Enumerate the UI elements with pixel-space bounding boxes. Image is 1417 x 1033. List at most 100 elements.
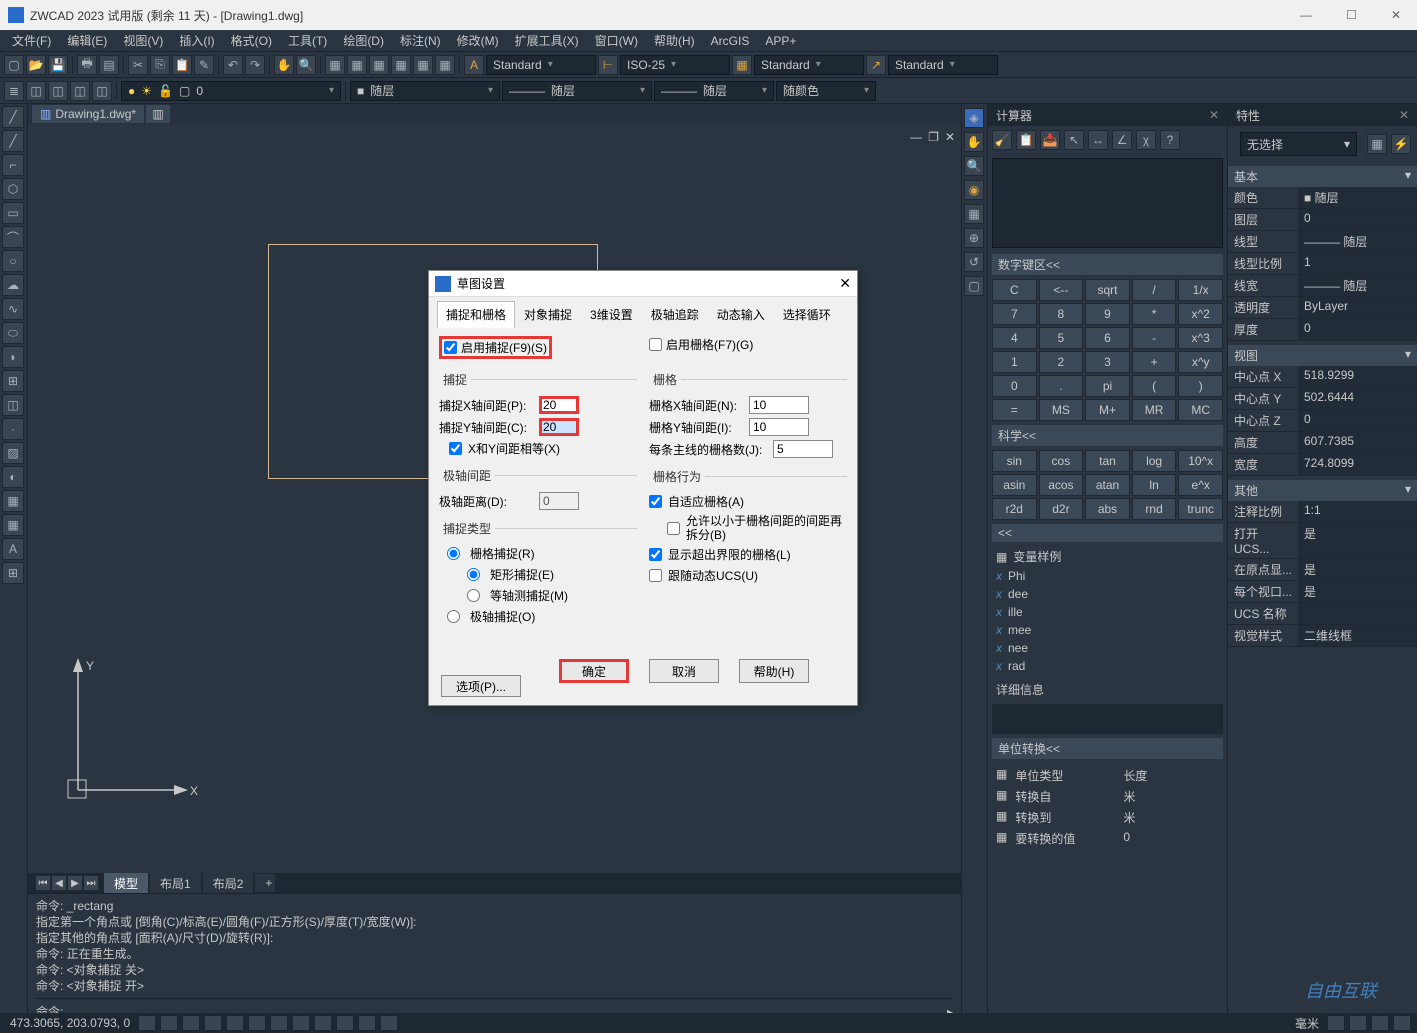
rectangle-icon[interactable]: ▭: [2, 202, 24, 224]
tab-nav-prev[interactable]: ◀: [52, 876, 66, 890]
follow-ucs-checkbox[interactable]: [649, 569, 662, 582]
status-cycle-icon[interactable]: [336, 1015, 354, 1031]
calc-button[interactable]: rnd: [1132, 498, 1177, 520]
plotcolor-combo[interactable]: 随颜色▾: [776, 81, 876, 101]
viewport-close-icon[interactable]: ✕: [945, 130, 955, 144]
tool-icon-1[interactable]: ▦: [325, 55, 345, 75]
nav-extents-icon[interactable]: ⊕: [964, 228, 984, 248]
text-style-combo[interactable]: Standard▾: [486, 55, 596, 75]
menu-item[interactable]: 扩展工具(X): [507, 30, 587, 51]
props-value[interactable]: [1298, 603, 1417, 625]
grid-x-input[interactable]: [749, 396, 809, 414]
props-value[interactable]: 是: [1298, 581, 1417, 603]
undo-icon[interactable]: ↶: [223, 55, 243, 75]
calc-button[interactable]: asin: [992, 474, 1037, 496]
props-section-header[interactable]: 其他▾: [1228, 480, 1417, 501]
props-value[interactable]: 607.7385: [1298, 432, 1417, 454]
calc-button[interactable]: d2r: [1039, 498, 1084, 520]
props-value[interactable]: ——— 随层: [1298, 275, 1417, 297]
tab-nav-last[interactable]: ⏭: [84, 876, 98, 890]
unit-row[interactable]: ▦要转换的值0: [992, 828, 1223, 849]
status-otrack-icon[interactable]: [248, 1015, 266, 1031]
print-icon[interactable]: 🖶: [77, 55, 97, 75]
calc-button[interactable]: 3: [1085, 351, 1130, 373]
layer-manager-icon[interactable]: ≣: [4, 81, 24, 101]
status-right-4[interactable]: [1393, 1015, 1411, 1031]
properties-selector[interactable]: 无选择▾: [1240, 132, 1357, 156]
status-ann-icon[interactable]: [358, 1015, 376, 1031]
ellipse-icon[interactable]: ⬭: [2, 322, 24, 344]
props-value[interactable]: 1: [1298, 253, 1417, 275]
props-value[interactable]: 0: [1298, 410, 1417, 432]
hatch-icon[interactable]: ▨: [2, 442, 24, 464]
open-icon[interactable]: 📂: [26, 55, 46, 75]
calc-button[interactable]: 1: [992, 351, 1037, 373]
new-icon[interactable]: ▢: [4, 55, 24, 75]
calc-angle-icon[interactable]: ∠: [1112, 130, 1132, 150]
menu-item[interactable]: 文件(F): [4, 30, 59, 51]
calc-button[interactable]: x^2: [1178, 303, 1223, 325]
layer-combo[interactable]: ●☀🔓▢ 0▾: [121, 81, 341, 101]
ok-button[interactable]: 确定: [559, 659, 629, 683]
nav-tool-icon[interactable]: ▦: [964, 204, 984, 224]
redo-icon[interactable]: ↷: [245, 55, 265, 75]
command-expand-icon[interactable]: ▸: [947, 1005, 953, 1014]
props-value[interactable]: 0: [1298, 209, 1417, 231]
zoom-icon[interactable]: 🔍: [296, 55, 316, 75]
mleader-style-combo[interactable]: Standard▾: [888, 55, 998, 75]
props-value[interactable]: 518.9299: [1298, 366, 1417, 388]
calc-pick-icon[interactable]: ↖: [1064, 130, 1084, 150]
grid-y-input[interactable]: [749, 418, 809, 436]
menu-item[interactable]: 窗口(W): [587, 30, 646, 51]
options-button[interactable]: 选项(P)...: [441, 675, 521, 697]
unit-row[interactable]: ▦单位类型长度: [992, 765, 1223, 786]
maximize-button[interactable]: ☐: [1338, 4, 1365, 26]
props-value[interactable]: ——— 随层: [1298, 231, 1417, 253]
calc-button[interactable]: ): [1178, 375, 1223, 397]
menu-item[interactable]: 插入(I): [171, 30, 222, 51]
calc-button[interactable]: log: [1132, 450, 1177, 472]
calc-sci-header[interactable]: 科学<<: [992, 425, 1223, 446]
calc-unit-header[interactable]: 单位转换<<: [992, 738, 1223, 759]
file-tab-active[interactable]: ▥Drawing1.dwg*: [32, 105, 144, 123]
region-icon[interactable]: ▦: [2, 490, 24, 512]
layer-icon-2[interactable]: ◫: [26, 81, 46, 101]
calc-button[interactable]: 5: [1039, 327, 1084, 349]
calc-numpad-header[interactable]: 数字键区<<: [992, 254, 1223, 275]
calc-button[interactable]: 10^x: [1178, 450, 1223, 472]
menu-item[interactable]: 绘图(D): [335, 30, 392, 51]
status-right-1[interactable]: [1327, 1015, 1345, 1031]
unit-row[interactable]: ▦转换自米: [992, 786, 1223, 807]
calc-variable-row[interactable]: xPhi: [992, 567, 1223, 585]
props-value[interactable]: 是: [1298, 559, 1417, 581]
calc-button[interactable]: 2: [1039, 351, 1084, 373]
calc-button[interactable]: MC: [1178, 399, 1223, 421]
calc-button[interactable]: sin: [992, 450, 1037, 472]
calc-button[interactable]: trunc: [1178, 498, 1223, 520]
menu-item[interactable]: 工具(T): [280, 30, 335, 51]
dialog-tab[interactable]: 动态输入: [708, 301, 774, 328]
nav-zoom-icon[interactable]: 🔍: [964, 156, 984, 176]
status-right-3[interactable]: [1371, 1015, 1389, 1031]
cut-icon[interactable]: ✂: [128, 55, 148, 75]
paste-icon[interactable]: 📋: [172, 55, 192, 75]
circle-icon[interactable]: ○: [2, 250, 24, 272]
calc-button[interactable]: abs: [1085, 498, 1130, 520]
insert-icon[interactable]: ⊞: [2, 370, 24, 392]
props-value[interactable]: 724.8099: [1298, 454, 1417, 476]
calc-button[interactable]: acos: [1039, 474, 1084, 496]
calc-button[interactable]: ln: [1132, 474, 1177, 496]
props-value[interactable]: ■ 随层: [1298, 187, 1417, 209]
calc-button[interactable]: 7: [992, 303, 1037, 325]
status-ortho-icon[interactable]: [182, 1015, 200, 1031]
menu-item[interactable]: APP+: [757, 32, 804, 50]
props-value[interactable]: 二维线框: [1298, 625, 1417, 647]
unit-row[interactable]: ▦转换到米: [992, 807, 1223, 828]
tool-icon-5[interactable]: ▦: [413, 55, 433, 75]
calc-variable-row[interactable]: xille: [992, 603, 1223, 621]
calc-button[interactable]: cos: [1039, 450, 1084, 472]
tool-icon-3[interactable]: ▦: [369, 55, 389, 75]
dialog-tab[interactable]: 3维设置: [581, 301, 642, 328]
calc-variable-row[interactable]: xrad: [992, 657, 1223, 675]
nav-window-icon[interactable]: ▢: [964, 276, 984, 296]
